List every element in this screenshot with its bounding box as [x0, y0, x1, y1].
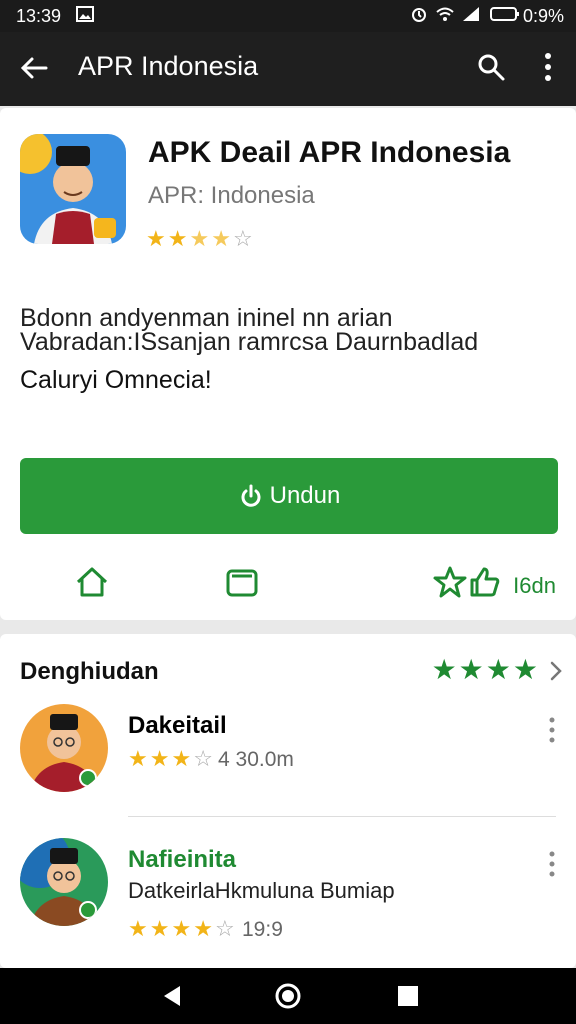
app-rating-stars: ★ ★ ★ ★ ☆	[146, 228, 253, 250]
review-meta: 19:9	[242, 918, 283, 941]
star-outline-icon: ☆	[193, 746, 213, 771]
star-outline-icon[interactable]	[432, 564, 468, 600]
battery-text: 0:9%	[522, 6, 564, 26]
status-bar: 13:39 0:9%	[0, 0, 576, 32]
share-label[interactable]: I6dn	[513, 573, 556, 599]
search-icon[interactable]	[476, 52, 506, 82]
more-vert-icon[interactable]	[548, 716, 556, 744]
avatar	[20, 838, 108, 926]
card-icon[interactable]	[224, 564, 260, 600]
app-bar: APR Indonesia	[0, 32, 576, 106]
home-circle-icon[interactable]	[274, 982, 302, 1010]
divider	[128, 816, 556, 817]
star-icon: ★	[149, 746, 170, 771]
star-icon: ★	[128, 746, 148, 771]
app-detail-card: APK Deail APR Indonesia APR: Indonesia ★…	[0, 108, 576, 620]
status-time: 13:39	[16, 6, 62, 26]
star-half-icon: ★	[211, 226, 231, 251]
thumbs-up-icon[interactable]	[466, 564, 502, 600]
battery-icon	[490, 7, 519, 21]
star-icon: ★	[458, 654, 484, 685]
overall-rating-stars: ★ ★ ★ ★	[432, 656, 538, 684]
review-meta: 4 30.0m	[218, 748, 294, 771]
star-outline-icon: ☆	[232, 226, 253, 251]
star-half-icon: ★	[189, 226, 210, 251]
reviews-card: Denghiudan ★ ★ ★ ★ Dakeitail ★ ★ ★ ☆ 4 3	[0, 634, 576, 968]
star-icon: ★	[128, 916, 148, 941]
app-name: APK Deail APR Indonesia	[148, 136, 511, 169]
star-icon: ★	[171, 916, 192, 941]
star-icon: ★	[512, 654, 538, 685]
install-button[interactable]: Undun	[20, 458, 558, 534]
alarm-icon	[412, 8, 426, 22]
more-vert-icon[interactable]	[548, 850, 556, 878]
more-vert-icon[interactable]	[538, 50, 558, 84]
chevron-right-icon[interactable]	[548, 660, 564, 682]
recents-square-icon[interactable]	[394, 982, 422, 1010]
star-outline-icon: ☆	[214, 916, 235, 941]
review-author: Nafieinita	[128, 846, 237, 873]
review-text: DatkeirlaHkmuluna Bumiap	[128, 878, 395, 903]
signal-icon	[463, 7, 479, 21]
review-stars: ★ ★ ★ ★ ☆	[128, 918, 235, 940]
review-item[interactable]: Dakeitail ★ ★ ★ ☆ 4 30.0m	[0, 704, 576, 814]
app-developer[interactable]: APR: Indonesia	[148, 182, 315, 210]
app-icon[interactable]	[20, 134, 126, 244]
review-item[interactable]: Nafieinita DatkeirlaHkmuluna Bumiap ★ ★ …	[0, 838, 576, 948]
app-description-line3: Caluryi Omnecia!	[20, 366, 212, 394]
app-description-line2: Vabradan:ISsanjan ramrcsa Daurnbadlad	[20, 328, 479, 356]
wifi-icon	[436, 7, 454, 21]
home-icon[interactable]	[74, 564, 110, 600]
star-icon: ★	[167, 226, 188, 251]
review-author: Dakeitail	[128, 712, 227, 739]
star-icon: ★	[485, 654, 511, 685]
star-icon: ★	[171, 746, 192, 771]
star-icon: ★	[146, 226, 166, 251]
back-triangle-icon[interactable]	[158, 982, 186, 1010]
reviews-title: Denghiudan	[20, 658, 159, 685]
navigation-bar	[0, 968, 576, 1024]
install-label: Undun	[269, 482, 341, 509]
star-icon: ★	[431, 654, 457, 685]
review-stars: ★ ★ ★ ☆	[128, 748, 213, 770]
gallery-icon	[76, 6, 94, 22]
star-icon: ★	[149, 916, 170, 941]
power-icon	[241, 484, 261, 507]
star-icon: ★	[193, 916, 213, 941]
app-bar-title: APR Indonesia	[78, 51, 259, 81]
back-arrow-icon[interactable]	[18, 52, 50, 84]
avatar	[20, 704, 108, 792]
